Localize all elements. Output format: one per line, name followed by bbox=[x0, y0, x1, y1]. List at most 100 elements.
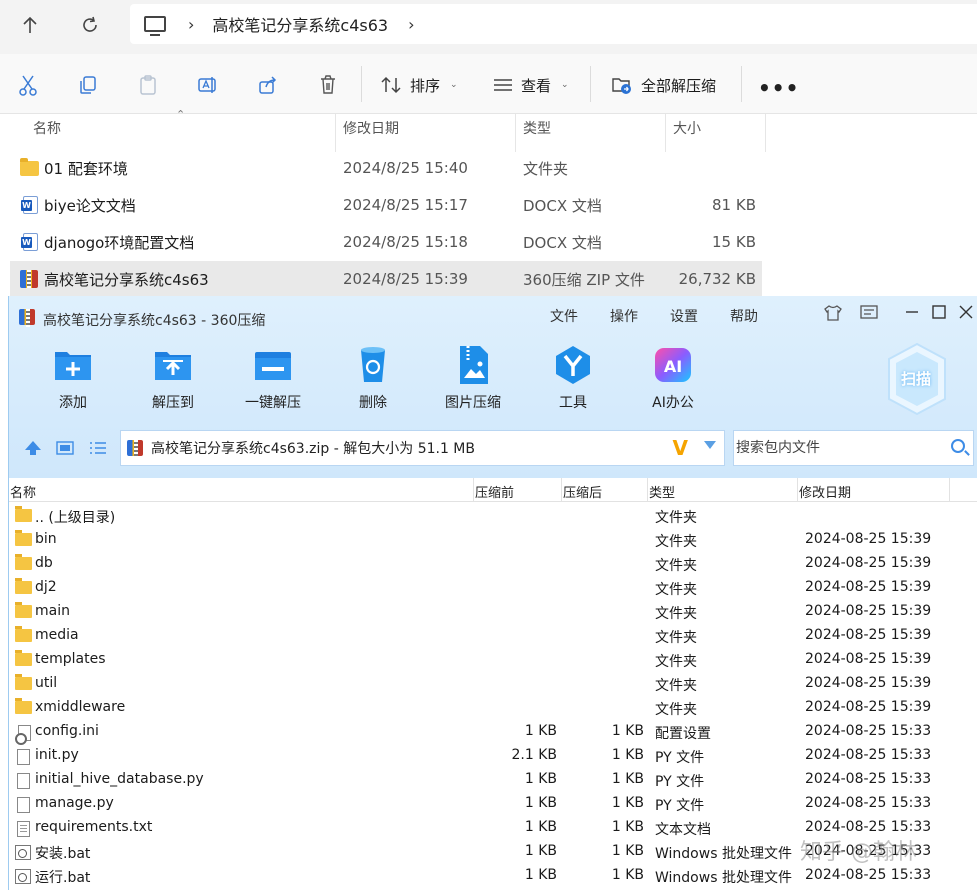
minimize-icon[interactable] bbox=[905, 304, 919, 323]
archive-path-text: 高校笔记分享系统c4s63.zip - 解包大小为 51.1 MB bbox=[151, 441, 475, 457]
batch-file-icon bbox=[15, 845, 31, 860]
thumbnail-view-icon[interactable] bbox=[56, 440, 74, 459]
tool-delete-button[interactable]: 删除 bbox=[328, 344, 418, 412]
column-divider[interactable] bbox=[949, 478, 950, 502]
tool-tools-button[interactable]: 工具 bbox=[528, 344, 618, 412]
archive-row[interactable]: dj2 文件夹 2024-08-25 15:39 bbox=[9, 576, 977, 600]
column-after[interactable]: 压缩后 bbox=[563, 482, 602, 501]
column-type[interactable]: 类型 bbox=[649, 482, 675, 501]
file-row[interactable]: biye论文文档 2024/8/25 15:17 DOCX 文档 81 KB bbox=[10, 187, 762, 223]
folder-icon bbox=[20, 158, 39, 176]
close-icon[interactable] bbox=[959, 304, 973, 323]
list-view-icon[interactable] bbox=[89, 440, 107, 459]
tool-add-button[interactable]: 添加 bbox=[28, 344, 118, 412]
rename-icon[interactable] bbox=[197, 74, 219, 96]
breadcrumb-current[interactable]: 高校笔记分享系统c4s63 bbox=[212, 12, 388, 36]
archive-row[interactable]: main 文件夹 2024-08-25 15:39 bbox=[9, 600, 977, 624]
paste-icon[interactable] bbox=[137, 74, 159, 96]
column-before[interactable]: 压缩前 bbox=[475, 482, 514, 501]
menu-file[interactable]: 文件 bbox=[550, 306, 578, 326]
sort-button[interactable]: 排序 ⌄ bbox=[380, 72, 458, 98]
column-modified[interactable]: 修改日期 bbox=[343, 114, 399, 150]
up-arrow-icon[interactable] bbox=[12, 10, 48, 40]
extract-all-button[interactable]: 全部解压缩 bbox=[611, 72, 716, 98]
entry-name: init.py bbox=[35, 747, 79, 763]
column-name[interactable]: 名称 bbox=[10, 482, 36, 501]
column-modified[interactable]: 修改日期 bbox=[799, 482, 851, 501]
menu-help[interactable]: 帮助 bbox=[730, 306, 758, 326]
entry-type: 文件夹 bbox=[655, 558, 697, 574]
view-button[interactable]: 查看 ⌄ bbox=[493, 72, 569, 98]
tool-image-compress-button[interactable]: 图片压缩 bbox=[428, 344, 518, 412]
column-divider[interactable] bbox=[515, 114, 516, 152]
search-icon[interactable] bbox=[951, 439, 965, 453]
archive-row[interactable]: db 文件夹 2024-08-25 15:39 bbox=[9, 552, 977, 576]
archive-row[interactable]: config.ini 1 KB 1 KB 配置设置 2024-08-25 15:… bbox=[9, 720, 977, 745]
column-divider[interactable] bbox=[665, 114, 666, 152]
tool-ai-office-label: AI办公 bbox=[652, 395, 694, 411]
file-icon bbox=[17, 749, 30, 765]
v-logo-icon[interactable]: V bbox=[673, 436, 688, 460]
column-divider[interactable] bbox=[647, 478, 648, 502]
file-row-selected[interactable]: 高校笔记分享系统c4s63 2024/8/25 15:39 360压缩 ZIP … bbox=[10, 261, 762, 297]
skin-icon[interactable] bbox=[823, 304, 843, 326]
more-options-button[interactable]: ••• bbox=[758, 76, 799, 100]
tool-ai-office-button[interactable]: AI AI办公 bbox=[628, 344, 718, 412]
archive-row[interactable]: 运行.bat 1 KB 1 KB Windows 批处理文件 2024-08-2… bbox=[9, 864, 977, 888]
search-box[interactable] bbox=[733, 430, 974, 466]
column-divider[interactable] bbox=[561, 478, 562, 502]
file-modified: 2024/8/25 15:39 bbox=[343, 270, 468, 288]
column-divider[interactable] bbox=[335, 114, 336, 152]
explorer-toolbar: 排序 ⌄ 查看 ⌄ 全部解压缩 ••• bbox=[0, 54, 977, 114]
share-icon[interactable] bbox=[257, 74, 279, 96]
archive-row[interactable]: util 文件夹 2024-08-25 15:39 bbox=[9, 672, 977, 696]
tool-extract-to-button[interactable]: 解压到 bbox=[128, 344, 218, 412]
copy-icon[interactable] bbox=[77, 74, 99, 96]
search-input[interactable] bbox=[734, 431, 934, 465]
entry-name: .. (上级目录) bbox=[35, 510, 116, 526]
image-compress-icon bbox=[452, 344, 494, 386]
archive-row[interactable]: bin 文件夹 2024-08-25 15:39 bbox=[9, 528, 977, 552]
file-type: 360压缩 ZIP 文件 bbox=[523, 270, 645, 289]
column-divider[interactable] bbox=[797, 478, 798, 502]
archive-row[interactable]: initial_hive_database.py 1 KB 1 KB PY 文件… bbox=[9, 768, 977, 792]
refresh-icon[interactable] bbox=[72, 10, 108, 40]
archive-row[interactable]: media 文件夹 2024-08-25 15:39 bbox=[9, 624, 977, 648]
archive-path-field[interactable]: 高校笔记分享系统c4s63.zip - 解包大小为 51.1 MB V bbox=[120, 430, 725, 466]
entry-type: Windows 批处理文件 bbox=[655, 846, 792, 862]
maximize-icon[interactable] bbox=[932, 304, 946, 323]
entry-size-after: 1 KB bbox=[611, 747, 644, 763]
archive-row[interactable]: init.py 2.1 KB 1 KB PY 文件 2024-08-25 15:… bbox=[9, 744, 977, 768]
entry-type: Windows 批处理文件 bbox=[655, 870, 792, 886]
file-row[interactable]: 01 配套环境 2024/8/25 15:40 文件夹 bbox=[10, 150, 762, 186]
file-type: DOCX 文档 bbox=[523, 196, 602, 215]
tool-one-click-extract-button[interactable]: 一键解压 bbox=[228, 344, 318, 412]
archive-row[interactable]: .. (上级目录) 文件夹 bbox=[9, 504, 977, 528]
menu-settings[interactable]: 设置 bbox=[670, 306, 698, 326]
chevron-right-icon[interactable]: › bbox=[408, 15, 414, 34]
up-level-icon[interactable] bbox=[24, 440, 42, 460]
path-dropdown-icon[interactable] bbox=[704, 441, 716, 449]
file-row[interactable]: djanogo环境配置文档 2024/8/25 15:18 DOCX 文档 15… bbox=[10, 224, 762, 260]
column-divider[interactable] bbox=[765, 114, 766, 152]
entry-size-before: 1 KB bbox=[524, 795, 557, 811]
delete-icon[interactable] bbox=[317, 74, 339, 96]
address-bar[interactable]: › 高校笔记分享系统c4s63 › bbox=[130, 4, 977, 44]
feedback-icon[interactable] bbox=[859, 304, 879, 326]
entry-type: 配置设置 bbox=[655, 726, 711, 742]
archive-row[interactable]: xmiddleware 文件夹 2024-08-25 15:39 bbox=[9, 696, 977, 720]
column-size[interactable]: 大小 bbox=[673, 114, 701, 150]
scan-label: 扫描 bbox=[901, 370, 932, 388]
archive-row[interactable]: templates 文件夹 2024-08-25 15:39 bbox=[9, 648, 977, 672]
cut-icon[interactable] bbox=[17, 74, 39, 96]
archive-row[interactable]: manage.py 1 KB 1 KB PY 文件 2024-08-25 15:… bbox=[9, 792, 977, 816]
entry-name: 运行.bat bbox=[35, 870, 91, 886]
column-name[interactable]: 名称 bbox=[33, 114, 61, 150]
folder-icon bbox=[15, 602, 32, 618]
entry-name: templates bbox=[35, 651, 106, 667]
column-type[interactable]: 类型 bbox=[523, 114, 551, 150]
svg-text:AI: AI bbox=[664, 357, 682, 376]
scan-button[interactable]: 扫描 bbox=[885, 342, 949, 416]
column-divider[interactable] bbox=[473, 478, 474, 502]
menu-operation[interactable]: 操作 bbox=[610, 306, 638, 326]
